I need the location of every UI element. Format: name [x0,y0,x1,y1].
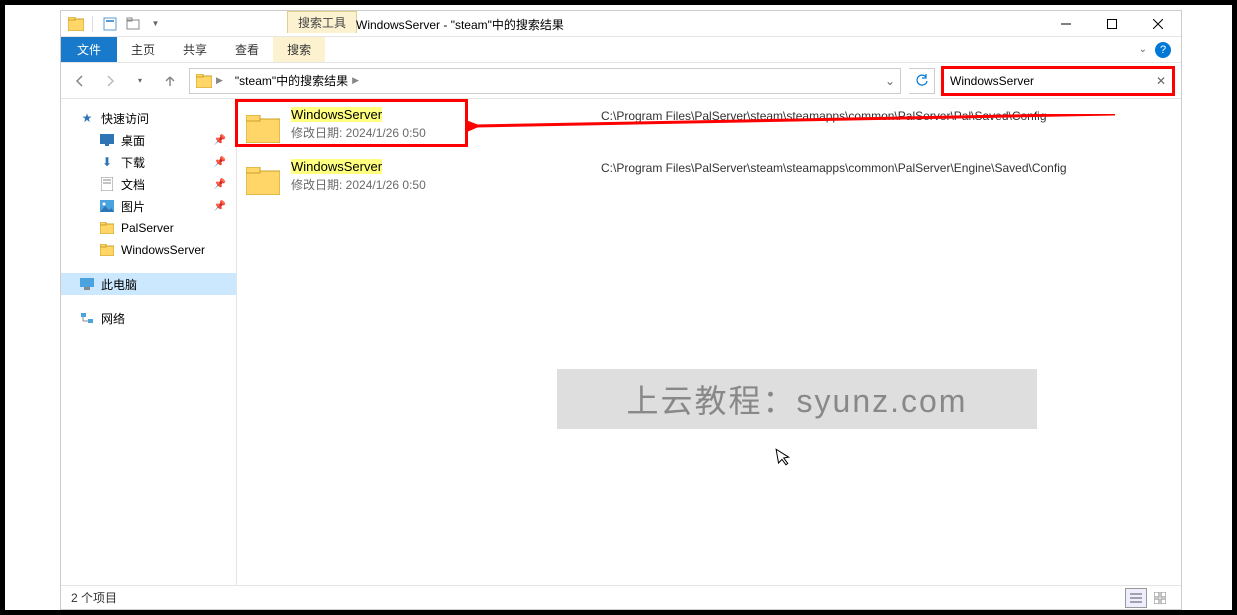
tree-label: 快速访问 [101,110,149,127]
star-icon: ★ [79,110,95,126]
pin-icon: 📌 [214,135,226,146]
tree-this-pc[interactable]: 此电脑 [61,273,236,295]
ribbon-file-tab[interactable]: 文件 [61,37,117,62]
network-icon [79,310,95,326]
tree-label: 桌面 [121,132,145,149]
cursor-icon [775,446,793,473]
tree-network[interactable]: 网络 [61,307,236,329]
tree-item-downloads[interactable]: ⬇ 下载 📌 [61,151,236,173]
contextual-tab-label: 搜索工具 [287,11,357,33]
status-bar: 2 个项目 [61,585,1181,609]
navigation-pane: ★ 快速访问 桌面 📌 ⬇ 下载 📌 文档 📌 图片 📌 [61,99,237,585]
navigation-row: ▾ ▶ "steam"中的搜索结果 ▶ ⌄ ✕ [61,63,1181,99]
pin-icon: 📌 [214,157,226,168]
result-date: 修改日期: 2024/1/26 0:50 [291,176,591,193]
watermark: 上云教程：syunz.com [557,369,1037,429]
folder-icon [245,107,281,151]
document-icon [99,176,115,192]
chevron-right-icon: ▶ [352,75,359,86]
download-icon: ⬇ [99,154,115,170]
result-name: WindowsServer [291,107,591,122]
folder-icon [245,159,281,203]
tree-item-desktop[interactable]: 桌面 📌 [61,129,236,151]
qat-dropdown-icon[interactable]: ▼ [147,15,164,32]
status-item-count: 2 个项目 [71,589,117,606]
pc-icon [79,276,95,292]
result-path: C:\Program Files\PalServer\steam\steamap… [601,107,1173,123]
view-icons-button[interactable] [1149,588,1171,608]
window-title: WindowsServer - "steam"中的搜索结果 [356,16,564,33]
desktop-icon [99,132,115,148]
tree-label: 图片 [121,198,145,215]
ribbon-tab-share[interactable]: 共享 [169,37,221,62]
explorer-icon [67,15,84,32]
tree-item-windowsserver[interactable]: WindowsServer [61,239,236,261]
ribbon-tab-search[interactable]: 搜索 [273,37,325,62]
pin-icon: 📌 [214,179,226,190]
recent-dropdown-icon[interactable]: ▾ [129,70,151,92]
help-icon[interactable]: ? [1155,42,1171,58]
up-button[interactable] [159,70,181,92]
tree-label: PalServer [121,221,174,235]
breadcrumb-root[interactable]: ▶ [190,69,229,93]
search-input[interactable] [950,74,1156,88]
results-pane: WindowsServer 修改日期: 2024/1/26 0:50 C:\Pr… [237,99,1181,585]
search-box[interactable]: ✕ [943,68,1173,94]
result-name: WindowsServer [291,159,591,174]
chevron-right-icon: ▶ [216,75,223,86]
pin-icon: 📌 [214,201,226,212]
tree-quick-access[interactable]: ★ 快速访问 [61,107,236,129]
tree-item-palserver[interactable]: PalServer [61,217,236,239]
address-bar[interactable]: ▶ "steam"中的搜索结果 ▶ ⌄ [189,68,901,94]
result-path: C:\Program Files\PalServer\steam\steamap… [601,159,1173,175]
result-row[interactable]: WindowsServer 修改日期: 2024/1/26 0:50 C:\Pr… [237,155,1181,207]
forward-button[interactable] [99,70,121,92]
close-button[interactable] [1135,11,1181,37]
folder-icon [99,242,115,258]
minimize-button[interactable] [1043,11,1089,37]
tree-item-pictures[interactable]: 图片 📌 [61,195,236,217]
maximize-button[interactable] [1089,11,1135,37]
titlebar[interactable]: ▼ 搜索工具 WindowsServer - "steam"中的搜索结果 [61,11,1181,37]
address-dropdown-icon[interactable]: ⌄ [880,74,900,88]
picture-icon [99,198,115,214]
tree-label: 网络 [101,310,125,327]
tree-item-documents[interactable]: 文档 📌 [61,173,236,195]
qat-newfolder-icon[interactable] [124,15,141,32]
ribbon-tab-home[interactable]: 主页 [117,37,169,62]
folder-icon [99,220,115,236]
ribbon-tab-view[interactable]: 查看 [221,37,273,62]
explorer-window: ▼ 搜索工具 WindowsServer - "steam"中的搜索结果 文件 … [60,10,1182,610]
breadcrumb-current[interactable]: "steam"中的搜索结果 ▶ [229,69,365,93]
qat-properties-icon[interactable] [101,15,118,32]
ribbon: 文件 主页 共享 查看 搜索 ⌄ ? [61,37,1181,63]
tree-label: 此电脑 [101,276,137,293]
back-button[interactable] [69,70,91,92]
ribbon-expand-icon[interactable]: ⌄ [1139,44,1147,55]
tree-label: 文档 [121,176,145,193]
tree-label: 下载 [121,154,145,171]
view-details-button[interactable] [1125,588,1147,608]
result-date: 修改日期: 2024/1/26 0:50 [291,124,591,141]
tree-label: WindowsServer [121,243,205,257]
clear-search-icon[interactable]: ✕ [1156,74,1166,88]
result-row[interactable]: WindowsServer 修改日期: 2024/1/26 0:50 C:\Pr… [237,103,1181,155]
refresh-button[interactable] [909,68,935,94]
